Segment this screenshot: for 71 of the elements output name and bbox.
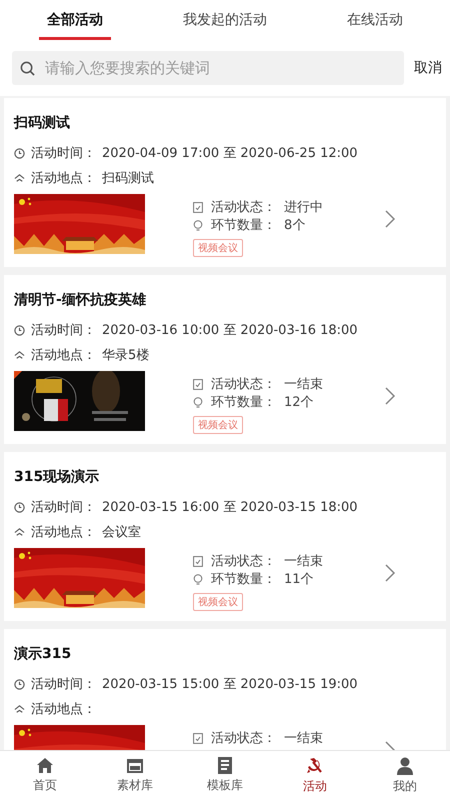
- activity-time: 2020-03-16 10:00 至 2020-03-16 18:00: [102, 322, 358, 339]
- activity-time: 2020-04-09 17:00 至 2020-06-25 12:00: [102, 145, 358, 162]
- tab[interactable]: 全部活动: [0, 0, 150, 40]
- place-label: 活动地点：: [31, 170, 96, 187]
- activity-status: 一结束: [284, 553, 323, 570]
- place-label: 活动地点：: [31, 347, 96, 364]
- activity-card[interactable]: 扫码测试 活动时间： 2020-04-09 17:00 至 2020-06-25 12:00 活动地点： 扫码测试 活动状态： 进行中 环节数量： 8个 视频会议: [4, 98, 446, 267]
- activity-place: 华录5楼: [102, 347, 150, 364]
- status-label: 活动状态：: [211, 376, 276, 393]
- activity-title: 清明节-缅怀抗疫英雄: [14, 292, 146, 308]
- activity-card[interactable]: 315现场演示 活动时间： 2020-03-15 16:00 至 2020-03-15 18:00 活动地点： 会议室 活动状态： 一结束 环节数量： 11个 视频会议: [4, 452, 446, 621]
- checklist-icon: [193, 202, 203, 212]
- clock-icon: [14, 324, 25, 336]
- time-label: 活动时间：: [31, 499, 96, 516]
- user-icon: [396, 756, 414, 774]
- nav-tab[interactable]: 首页: [0, 751, 90, 800]
- status-label: 活动状态：: [211, 730, 276, 747]
- tab[interactable]: 在线活动: [300, 0, 450, 40]
- status-label: 活动状态：: [211, 553, 276, 570]
- bulb-icon: [193, 220, 203, 230]
- document-icon: [218, 757, 232, 774]
- activity-card[interactable]: 演示315 活动时间： 2020-03-15 15:00 至 2020-03-15 19:00 活动地点： 活动状态： 一结束: [4, 629, 446, 750]
- search-field[interactable]: 请输入您要搜索的关键词: [12, 51, 404, 85]
- clock-icon: [14, 678, 25, 690]
- nav-tab[interactable]: 模板库: [180, 751, 270, 800]
- place-label: 活动地点：: [31, 701, 96, 718]
- place-label: 活动地点：: [31, 524, 96, 541]
- search-input[interactable]: 请输入您要搜索的关键词: [43, 58, 396, 78]
- activity-card[interactable]: 清明节-缅怀抗疫英雄 活动时间： 2020-03-16 10:00 至 2020-03-16 18:00 活动地点： 华录5楼 活动状态： 一结束 环节数量： 12个 视频会议: [4, 275, 446, 444]
- activity-tag: 视频会议: [193, 239, 243, 257]
- hammer-sickle-icon: [306, 756, 324, 774]
- activity-tag: 视频会议: [193, 416, 243, 434]
- checklist-icon: [193, 732, 203, 744]
- cancel-button[interactable]: 取消: [414, 59, 442, 77]
- step-count: 11个: [284, 571, 314, 588]
- search-icon: [20, 60, 35, 76]
- chevron-right-icon: [384, 387, 396, 405]
- activity-status: 一结束: [284, 376, 323, 393]
- activity-title: 演示315: [14, 646, 72, 662]
- activity-status: 进行中: [284, 199, 323, 216]
- count-label: 环节数量：: [211, 571, 276, 588]
- bulb-icon: [193, 574, 203, 584]
- activity-tag: 视频会议: [193, 593, 243, 611]
- step-count: 8个: [284, 217, 306, 234]
- time-label: 活动时间：: [31, 676, 96, 693]
- activity-status: 一结束: [284, 730, 323, 747]
- picture-frame-icon: [126, 758, 144, 774]
- nav-tab[interactable]: 素材库: [90, 751, 180, 800]
- chevron-right-icon: [384, 210, 396, 228]
- activity-title: 315现场演示: [14, 469, 100, 485]
- step-count: 12个: [284, 394, 314, 411]
- status-label: 活动状态：: [211, 199, 276, 216]
- checklist-icon: [193, 378, 203, 390]
- activity-time: 2020-03-15 16:00 至 2020-03-15 18:00: [102, 499, 358, 516]
- count-label: 环节数量：: [211, 394, 276, 411]
- clock-icon: [14, 502, 25, 512]
- activity-place: 扫码测试: [102, 170, 154, 187]
- chevron-right-icon: [384, 564, 396, 582]
- home-icon: [36, 757, 54, 774]
- nav-tab[interactable]: 我的: [360, 751, 450, 800]
- clock-icon: [14, 148, 25, 158]
- time-label: 活动时间：: [31, 145, 96, 162]
- tab[interactable]: 我发起的活动: [150, 0, 300, 40]
- activity-time: 2020-03-15 15:00 至 2020-03-15 19:00: [102, 676, 358, 693]
- bulb-icon: [193, 396, 203, 408]
- nav-tab[interactable]: 活动: [270, 751, 360, 800]
- time-label: 活动时间：: [31, 322, 96, 339]
- checklist-icon: [193, 556, 203, 566]
- activity-title: 扫码测试: [14, 115, 70, 131]
- count-label: 环节数量：: [211, 217, 276, 234]
- activity-place: 会议室: [102, 524, 141, 541]
